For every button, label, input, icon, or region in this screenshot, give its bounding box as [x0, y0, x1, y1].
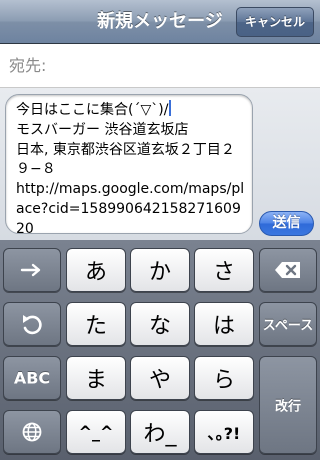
- key-a[interactable]: あ: [66, 248, 126, 292]
- space-key[interactable]: スペース: [259, 302, 317, 346]
- key-wa[interactable]: わ_: [130, 410, 190, 454]
- key-ha[interactable]: は: [194, 302, 254, 346]
- key-ta[interactable]: た: [66, 302, 126, 346]
- undo-icon: [4, 313, 60, 335]
- key-ya[interactable]: や: [130, 356, 190, 400]
- key-ra[interactable]: ら: [194, 356, 254, 400]
- key-sa[interactable]: さ: [194, 248, 254, 292]
- message-body: 今日はここに集合(´▽`)/ モスバーガー 渋谷道玄坂店 日本, 東京都渋谷区道…: [16, 100, 245, 234]
- key-ma[interactable]: ま: [66, 356, 126, 400]
- compose-area: 今日はここに集合(´▽`)/ モスバーガー 渋谷道玄坂店 日本, 東京都渋谷区道…: [0, 88, 320, 240]
- key-ka[interactable]: か: [130, 248, 190, 292]
- return-key[interactable]: 改行: [259, 356, 317, 454]
- undo-key[interactable]: [3, 302, 61, 346]
- next-key[interactable]: [3, 248, 61, 292]
- cancel-button[interactable]: キャンセル: [235, 7, 314, 37]
- recipient-field[interactable]: 宛先:: [0, 44, 320, 88]
- text-caret: [169, 100, 172, 116]
- delete-backspace-icon: [260, 261, 316, 279]
- keyboard: あ か さ た な は スペース ABC ま や ら 改行 ^_^ わ_ ､｡?…: [0, 240, 320, 460]
- key-emoticon[interactable]: ^_^: [66, 410, 126, 454]
- navigation-bar: 新規メッセージ キャンセル: [0, 0, 320, 44]
- recipient-label: 宛先:: [9, 56, 47, 75]
- arrow-right-icon: [4, 263, 60, 277]
- message-text: 今日はここに集合(´▽`)/ モスバーガー 渋谷道玄坂店 日本, 東京都渋谷区道…: [16, 100, 248, 234]
- abc-key[interactable]: ABC: [3, 356, 61, 400]
- key-na[interactable]: な: [130, 302, 190, 346]
- message-input[interactable]: 今日はここに集合(´▽`)/ モスバーガー 渋谷道玄坂店 日本, 東京都渋谷区道…: [5, 94, 253, 234]
- delete-key[interactable]: [259, 248, 317, 292]
- globe-key[interactable]: [3, 410, 61, 454]
- send-button[interactable]: 送信: [259, 211, 314, 236]
- key-punctuation[interactable]: ､｡?!: [194, 410, 254, 454]
- page-title: 新規メッセージ: [97, 11, 223, 32]
- globe-icon: [4, 422, 60, 442]
